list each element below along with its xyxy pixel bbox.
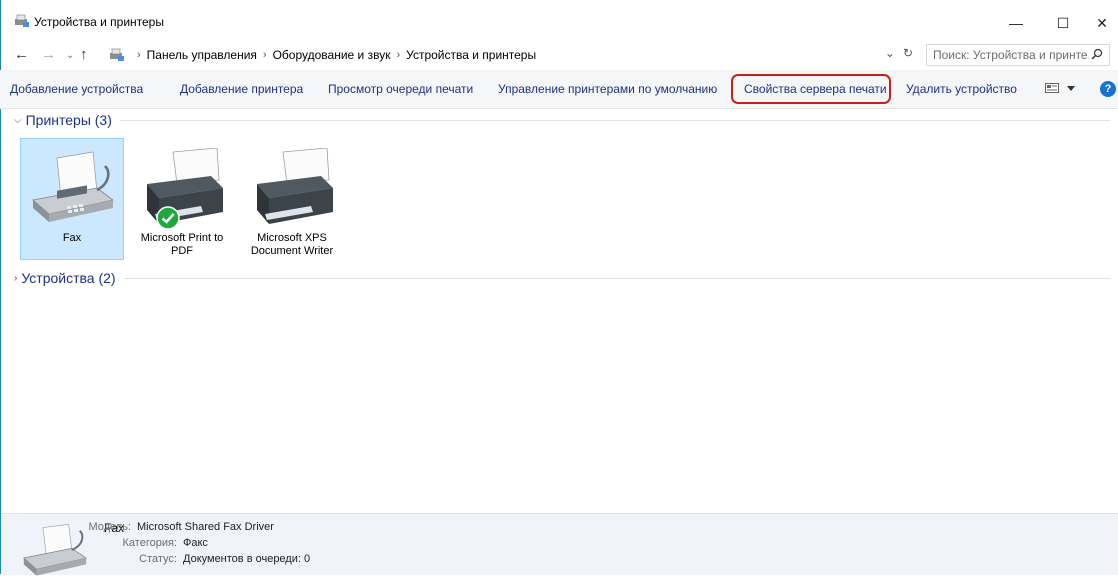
devices-printers-icon xyxy=(110,48,124,61)
change-view-button[interactable] xyxy=(1045,83,1075,93)
details-pane: Fax Модель: Microsoft Shared Fax Driver К… xyxy=(1,513,1118,576)
command-bar: Добавление устройства Добавление принтер… xyxy=(0,70,1118,109)
fax-icon xyxy=(32,151,114,222)
chevron-down-icon xyxy=(1067,85,1075,91)
group-label: Принтеры (3) xyxy=(25,112,112,128)
device-item-microsoft-xps-document-writer[interactable]: Microsoft XPS Document Writer xyxy=(240,138,344,258)
manage-default-printers-button[interactable]: Управление принтерами по умолчанию xyxy=(498,82,717,96)
window-title: Устройства и принтеры xyxy=(34,15,164,29)
see-print-queue-button[interactable]: Просмотр очереди печати xyxy=(328,82,473,96)
recent-locations-button[interactable]: ⌄ xyxy=(66,50,74,61)
details-row-status: Статус: Документов в очереди: 0 xyxy=(101,553,310,565)
breadcrumb-devices-printers[interactable]: Устройства и принтеры xyxy=(406,48,536,62)
details-value: Microsoft Shared Fax Driver xyxy=(137,521,274,533)
address-bar[interactable]: › Панель управления › Оборудование и зву… xyxy=(105,44,917,66)
device-label: Microsoft XPS Document Writer xyxy=(250,232,334,257)
title-bar: Устройства и принтеры — ☐ ✕ xyxy=(0,0,1118,40)
breadcrumb-separator: › xyxy=(396,49,401,61)
device-item-microsoft-print-to-pdf[interactable]: Microsoft Print to PDF xyxy=(130,138,234,258)
back-button[interactable]: ← xyxy=(14,46,29,63)
group-header-devices[interactable]: › Устройства (2) xyxy=(14,270,1110,286)
view-icon xyxy=(1045,83,1059,93)
details-key: Статус: xyxy=(139,553,177,565)
details-row-category: Категория: Факс xyxy=(101,537,208,549)
help-icon[interactable]: ? xyxy=(1100,81,1116,97)
add-device-button[interactable]: Добавление устройства xyxy=(10,82,143,96)
breadcrumb-hardware-sound[interactable]: Оборудование и звук xyxy=(273,48,391,62)
minimize-button[interactable]: — xyxy=(993,8,1039,38)
refresh-button[interactable]: ↻ xyxy=(903,46,913,60)
device-label: Fax xyxy=(62,232,82,244)
devices-printers-icon xyxy=(15,14,29,27)
highlight-annotation xyxy=(731,74,891,104)
default-printer-check-icon xyxy=(156,206,180,230)
details-row-model: Модель: Microsoft Shared Fax Driver xyxy=(55,521,274,533)
close-button[interactable]: ✕ xyxy=(1086,8,1118,38)
maximize-button[interactable]: ☐ xyxy=(1040,8,1086,38)
group-header-printers[interactable]: ⌵ Принтеры (3) xyxy=(14,112,1110,128)
device-label: Microsoft Print to PDF xyxy=(140,232,224,257)
printer-icon xyxy=(257,148,333,224)
navigation-bar: ← → ⌄ ↑ › Панель управления › Оборудован… xyxy=(0,40,1118,70)
breadcrumb-separator: › xyxy=(262,49,267,61)
address-dropdown-button[interactable]: ⌄ xyxy=(885,46,895,60)
group-divider xyxy=(119,119,1110,121)
chevron-down-icon: ⌵ xyxy=(14,114,22,126)
details-value: Документов в очереди: 0 xyxy=(183,553,311,565)
details-value: Факс xyxy=(183,537,208,549)
device-item-fax[interactable]: Fax xyxy=(20,138,124,260)
details-key: Модель: xyxy=(88,521,131,533)
breadcrumb-control-panel[interactable]: Панель управления xyxy=(147,48,257,62)
printer-icon xyxy=(147,148,223,224)
search-icon[interactable] xyxy=(1091,48,1103,60)
breadcrumb-separator: › xyxy=(137,49,141,61)
group-divider xyxy=(123,277,1110,279)
remove-device-button[interactable]: Удалить устройство xyxy=(906,82,1017,96)
add-printer-button[interactable]: Добавление принтера xyxy=(180,82,303,96)
search-placeholder: Поиск: Устройства и принте... xyxy=(933,48,1089,62)
search-input[interactable]: Поиск: Устройства и принте... xyxy=(926,44,1110,66)
forward-button[interactable]: → xyxy=(41,46,56,63)
up-button[interactable]: ↑ xyxy=(80,46,88,63)
details-key: Категория: xyxy=(122,537,177,549)
chevron-right-icon: › xyxy=(14,272,18,284)
group-label: Устройства (2) xyxy=(21,270,116,286)
